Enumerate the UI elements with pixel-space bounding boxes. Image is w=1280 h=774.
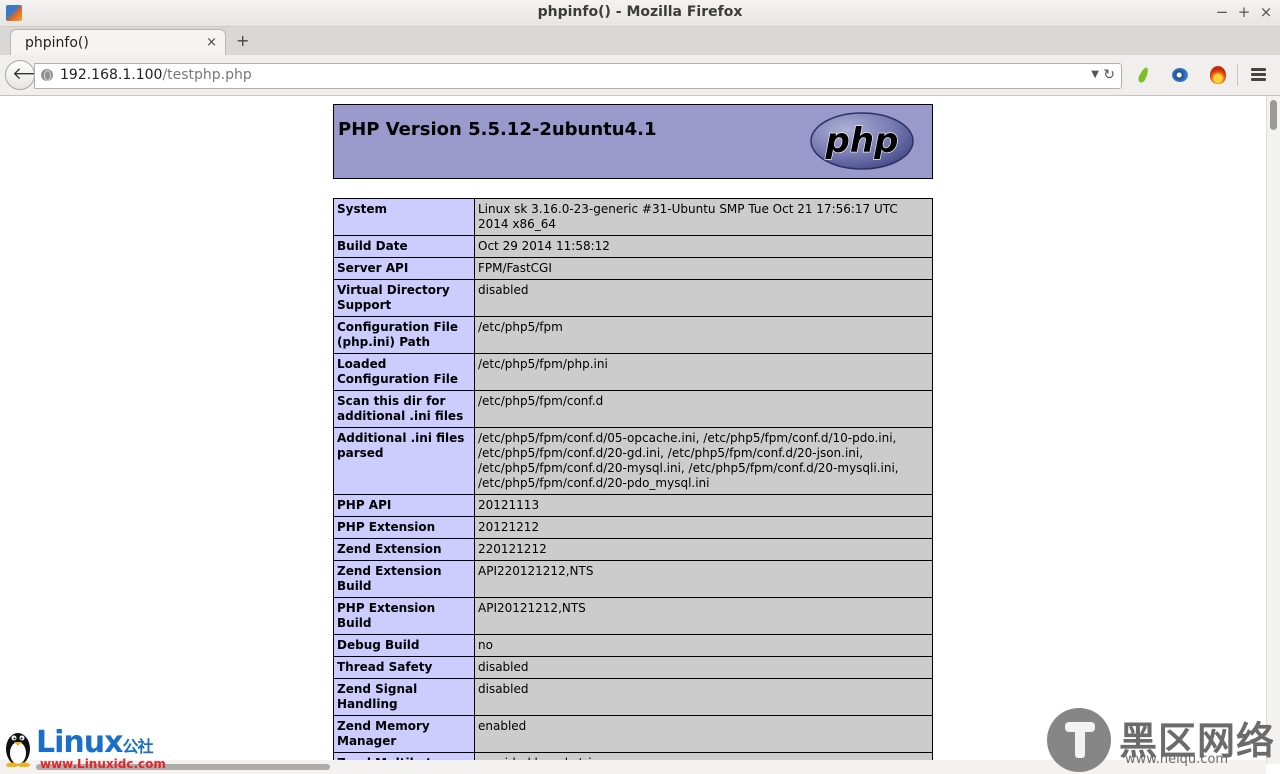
page-viewport: PHP Version 5.5.12-2ubuntu4.1 php System…	[0, 96, 1265, 764]
row-key: Zend Memory Manager	[333, 715, 475, 753]
heiqu-logo-icon	[1047, 708, 1111, 772]
url-bar[interactable]: 192.168.1.100/testphp.php ▼ ↻	[34, 63, 1122, 89]
row-value: disabled	[474, 656, 933, 679]
row-value: disabled	[474, 678, 933, 716]
row-value: /etc/php5/fpm	[474, 316, 933, 354]
row-key: System	[333, 198, 475, 236]
tab-strip: phpinfo() × +	[0, 27, 1280, 56]
table-row: PHP API 20121113	[333, 494, 933, 517]
row-value: no	[474, 634, 933, 657]
row-value: 220121212	[474, 538, 933, 561]
table-row: Zend Signal Handling disabled	[333, 678, 933, 716]
tab-close-icon[interactable]: ×	[206, 35, 217, 50]
row-key: Zend Extension Build	[333, 560, 475, 598]
tux-penguin-icon	[6, 733, 30, 767]
phpinfo-table: System Linux sk 3.16.0-23-generic #31-Ubu…	[333, 198, 933, 764]
table-row: Thread Safety disabled	[333, 656, 933, 679]
fire-icon[interactable]	[1209, 66, 1227, 84]
heiqu-url: www.heiqu.com	[1125, 752, 1229, 767]
table-row: Scan this dir for additional .ini files /…	[333, 390, 933, 428]
linuxidc-url: www.Linuxidc.com	[40, 757, 166, 771]
tab-phpinfo[interactable]: phpinfo() ×	[10, 29, 226, 56]
row-value: enabled	[474, 715, 933, 753]
table-row: Configuration File (php.ini) Path/etc/ph…	[333, 316, 933, 354]
new-tab-button[interactable]: +	[236, 31, 249, 50]
globe-icon[interactable]	[41, 69, 53, 81]
php-logo-icon[interactable]: php	[810, 112, 914, 170]
toolbar-separator	[1237, 64, 1238, 86]
row-value: Oct 29 2014 11:58:12	[474, 235, 933, 258]
page-title: PHP Version 5.5.12-2ubuntu4.1	[338, 119, 657, 140]
row-key: Build Date	[333, 235, 475, 258]
row-key: Additional .ini files parsed	[333, 427, 475, 495]
row-key: Scan this dir for additional .ini files	[333, 390, 475, 428]
minimize-button[interactable]: −	[1212, 3, 1232, 21]
row-key: Zend Extension	[333, 538, 475, 561]
table-row: Virtual Directory Support disabled	[333, 279, 933, 317]
vertical-scrollbar[interactable]	[1266, 96, 1280, 764]
row-key: Loaded Configuration File	[333, 353, 475, 391]
row-key: PHP API	[333, 494, 475, 517]
leaf-icon[interactable]	[1135, 66, 1153, 84]
window-title-bar: phpinfo() - Mozilla Firefox − + ×	[0, 0, 1280, 27]
row-key: Zend Signal Handling	[333, 678, 475, 716]
row-value: disabled	[474, 279, 933, 317]
table-row: Loaded Configuration File/etc/php5/fpm/p…	[333, 353, 933, 391]
tab-label: phpinfo()	[25, 35, 89, 51]
table-row: PHP Extension Build API20121212,NTS	[333, 597, 933, 635]
table-row: Additional .ini files parsed/etc/php5/fp…	[333, 427, 933, 495]
row-key: Thread Safety	[333, 656, 475, 679]
row-key: PHP Extension Build	[333, 597, 475, 635]
phpinfo-container: PHP Version 5.5.12-2ubuntu4.1 php System…	[333, 104, 933, 764]
row-value: /etc/php5/fpm/conf.d/05-opcache.ini, /et…	[474, 427, 933, 495]
vertical-scroll-thumb[interactable]	[1270, 100, 1277, 130]
window-title: phpinfo() - Mozilla Firefox	[537, 4, 743, 20]
navigation-toolbar: 🡐 192.168.1.100/testphp.php ▼ ↻	[0, 55, 1280, 96]
row-value: API220121212,NTS	[474, 560, 933, 598]
url-text[interactable]: 192.168.1.100/testphp.php	[60, 67, 252, 83]
maximize-button[interactable]: +	[1234, 3, 1254, 21]
table-row: Server API FPM/FastCGI	[333, 257, 933, 280]
row-key: PHP Extension	[333, 516, 475, 539]
heiqu-watermark: 黑区网络 www.heiqu.com	[1045, 706, 1280, 774]
row-value: /etc/php5/fpm/conf.d	[474, 390, 933, 428]
url-host: 192.168.1.100	[60, 67, 163, 83]
eye-icon[interactable]	[1172, 66, 1190, 84]
back-button[interactable]: 🡐	[5, 60, 58, 90]
row-value: /etc/php5/fpm/php.ini	[474, 353, 933, 391]
row-key: Server API	[333, 257, 475, 280]
table-row: Debug Build no	[333, 634, 933, 657]
table-row: Build Date Oct 29 2014 11:58:12	[333, 235, 933, 258]
table-row: Zend Extension Build API220121212,NTS	[333, 560, 933, 598]
phpinfo-header: PHP Version 5.5.12-2ubuntu4.1 php	[333, 104, 933, 179]
row-key: Configuration File (php.ini) Path	[333, 316, 475, 354]
table-row: PHP Extension 20121212	[333, 516, 933, 539]
linux-brand: Linux公社	[36, 725, 153, 760]
row-value: 20121212	[474, 516, 933, 539]
url-path: /testphp.php	[162, 67, 252, 83]
row-key: Virtual Directory Support	[333, 279, 475, 317]
history-dropdown-icon[interactable]: ▼	[1091, 69, 1099, 80]
row-value: FPM/FastCGI	[474, 257, 933, 280]
linuxidc-watermark: Linux公社 www.Linuxidc.com	[0, 723, 200, 774]
row-value: Linux sk 3.16.0-23-generic #31-Ubuntu SM…	[474, 198, 933, 236]
reload-icon[interactable]: ↻	[1103, 67, 1115, 83]
menu-icon[interactable]	[1251, 68, 1266, 81]
row-value: API20121212,NTS	[474, 597, 933, 635]
row-value: 20121113	[474, 494, 933, 517]
linux-brand-text: Linux	[36, 725, 123, 760]
close-window-button[interactable]: ×	[1256, 3, 1276, 21]
php-logo-text: php	[825, 121, 899, 161]
table-row: Zend Extension 220121212	[333, 538, 933, 561]
row-key: Debug Build	[333, 634, 475, 657]
table-row: Zend Memory Manager enabled	[333, 715, 933, 753]
linux-brand-cn: 公社	[122, 737, 153, 756]
table-row: System Linux sk 3.16.0-23-generic #31-Ubu…	[333, 198, 933, 236]
